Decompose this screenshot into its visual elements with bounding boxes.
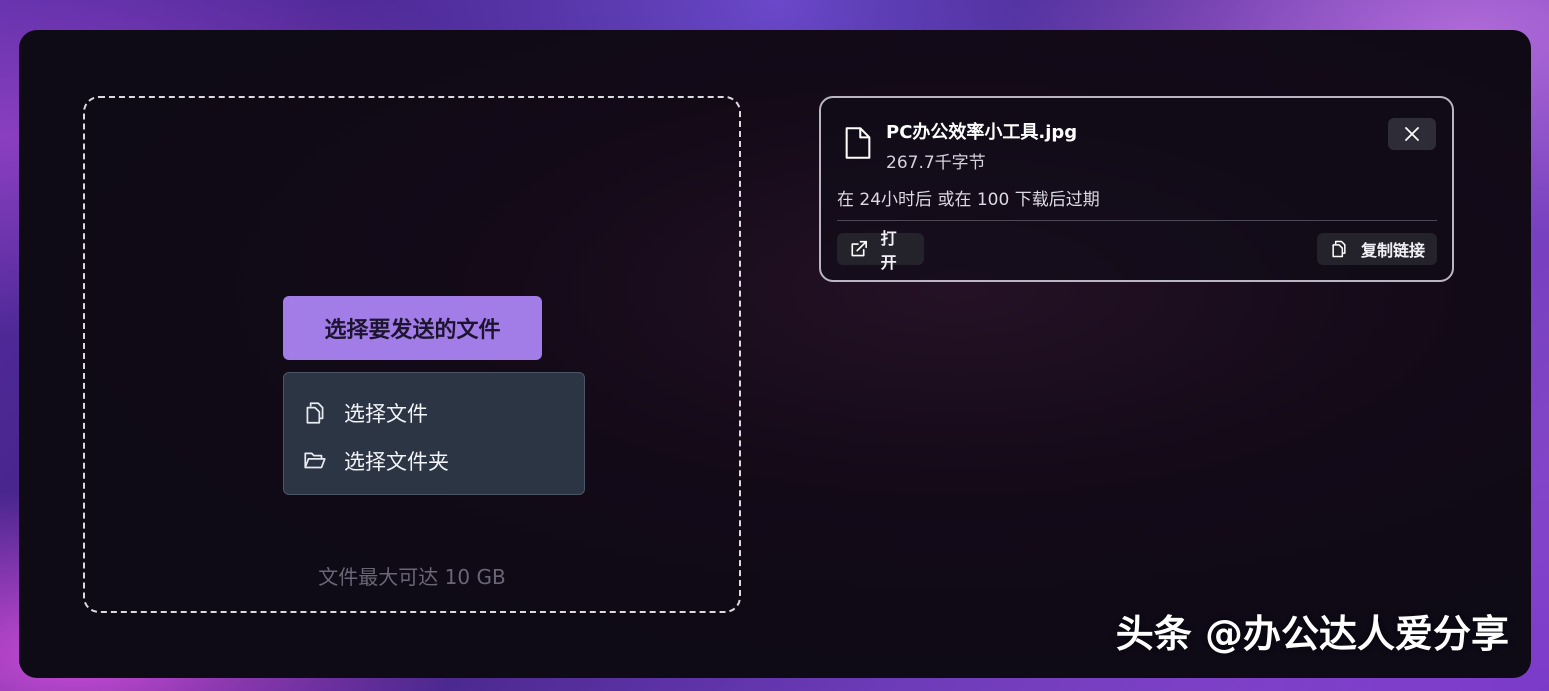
main-panel: 选择要发送的文件 选择文件 选择文件夹 文件最大可达 10 GB PC办公效率小… bbox=[19, 30, 1531, 678]
copy-link-button[interactable]: 复制链接 bbox=[1317, 233, 1437, 265]
select-files-button[interactable]: 选择要发送的文件 bbox=[283, 296, 542, 360]
open-button[interactable]: 打开 bbox=[837, 229, 924, 272]
max-size-hint: 文件最大可达 10 GB bbox=[318, 565, 506, 589]
watermark: 头条 @办公达人爱分享 bbox=[1115, 612, 1509, 656]
card-divider bbox=[837, 220, 1437, 221]
file-dropzone[interactable]: 选择要发送的文件 选择文件 选择文件夹 文件最大可达 10 GB bbox=[83, 96, 741, 613]
menu-item-label: 选择文件夹 bbox=[344, 450, 449, 474]
copy-link-button-label: 复制链接 bbox=[1361, 241, 1426, 260]
file-size: 267.7千字节 bbox=[886, 153, 986, 173]
copy-icon bbox=[1332, 240, 1346, 258]
select-menu: 选择文件 选择文件夹 bbox=[283, 372, 585, 495]
menu-item-label: 选择文件 bbox=[344, 402, 428, 426]
uploaded-file-card: PC办公效率小工具.jpg 267.7千字节 在 24小时后 或在 100 下载… bbox=[819, 96, 1454, 282]
open-button-label: 打开 bbox=[880, 229, 897, 272]
folder-open-icon bbox=[304, 452, 326, 469]
select-files-button-label: 选择要发送的文件 bbox=[324, 318, 501, 343]
copy-files-icon bbox=[306, 402, 324, 424]
close-icon bbox=[1405, 127, 1419, 141]
menu-item-select-folder[interactable]: 选择文件夹 bbox=[284, 437, 584, 485]
external-link-icon bbox=[851, 240, 867, 257]
file-name: PC办公效率小工具.jpg bbox=[886, 122, 1078, 143]
expiry-text: 在 24小时后 或在 100 下载后过期 bbox=[837, 190, 1100, 210]
remove-file-button[interactable] bbox=[1388, 118, 1436, 150]
menu-item-select-file[interactable]: 选择文件 bbox=[284, 389, 584, 437]
file-icon bbox=[845, 127, 871, 159]
